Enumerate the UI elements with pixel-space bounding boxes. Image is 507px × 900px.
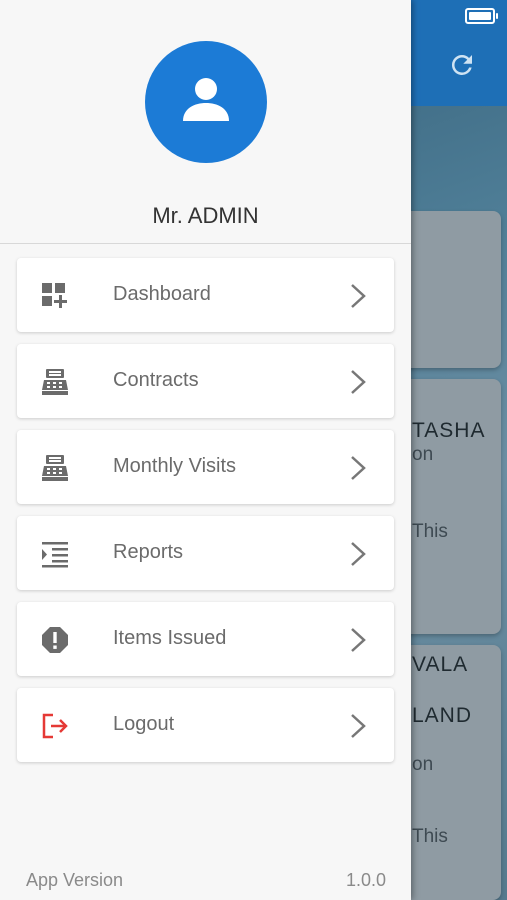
background-card-text: on <box>412 754 434 775</box>
menu-item-label: Reports <box>113 541 184 563</box>
chevron-right-icon <box>351 370 366 394</box>
background-card-text: This <box>412 521 448 542</box>
avatar[interactable] <box>145 41 267 163</box>
cash-register-icon <box>42 369 68 395</box>
background-card-title: LAND <box>412 704 473 727</box>
menu-item-reports[interactable]: Reports <box>17 516 394 590</box>
background-card-title: VALA <box>412 653 469 676</box>
menu-item-label: Contracts <box>113 369 199 391</box>
chevron-right-icon <box>351 628 366 652</box>
app-version-value: 1.0.0 <box>345 870 386 890</box>
user-icon <box>183 78 229 121</box>
navigation-drawer: Mr. ADMIN Dashboard Contracts Monthly Vi… <box>0 0 411 900</box>
menu-item-items-issued[interactable]: Items Issued <box>17 602 394 676</box>
menu-item-monthly-visits[interactable]: Monthly Visits <box>17 430 394 504</box>
menu-item-logout[interactable]: Logout <box>17 688 394 762</box>
profile-header: Mr. ADMIN <box>0 0 411 244</box>
menu-item-dashboard[interactable]: Dashboard <box>17 258 394 332</box>
menu-item-contracts[interactable]: Contracts <box>17 344 394 418</box>
indent-list-icon <box>42 542 68 568</box>
menu-item-label: Items Issued <box>113 627 227 649</box>
chevron-right-icon <box>351 542 366 566</box>
profile-name: Mr. ADMIN <box>152 203 259 228</box>
app-version-label: App Version <box>26 870 124 890</box>
menu-item-label: Dashboard <box>113 283 211 305</box>
chevron-right-icon <box>351 456 366 480</box>
background-card-title: TASHA <box>412 419 486 442</box>
chevron-right-icon <box>351 714 366 738</box>
battery-icon <box>465 8 498 24</box>
dashboard-icon <box>42 283 67 308</box>
chevron-right-icon <box>351 284 366 308</box>
refresh-icon[interactable] <box>447 50 477 80</box>
menu-item-label: Monthly Visits <box>113 455 237 477</box>
background-card-text: on <box>412 444 434 465</box>
menu-item-label: Logout <box>113 713 175 735</box>
logout-icon <box>42 713 68 739</box>
background-card-text: This <box>412 826 448 847</box>
alert-octagon-icon <box>42 627 68 653</box>
cash-register-icon <box>42 455 68 481</box>
